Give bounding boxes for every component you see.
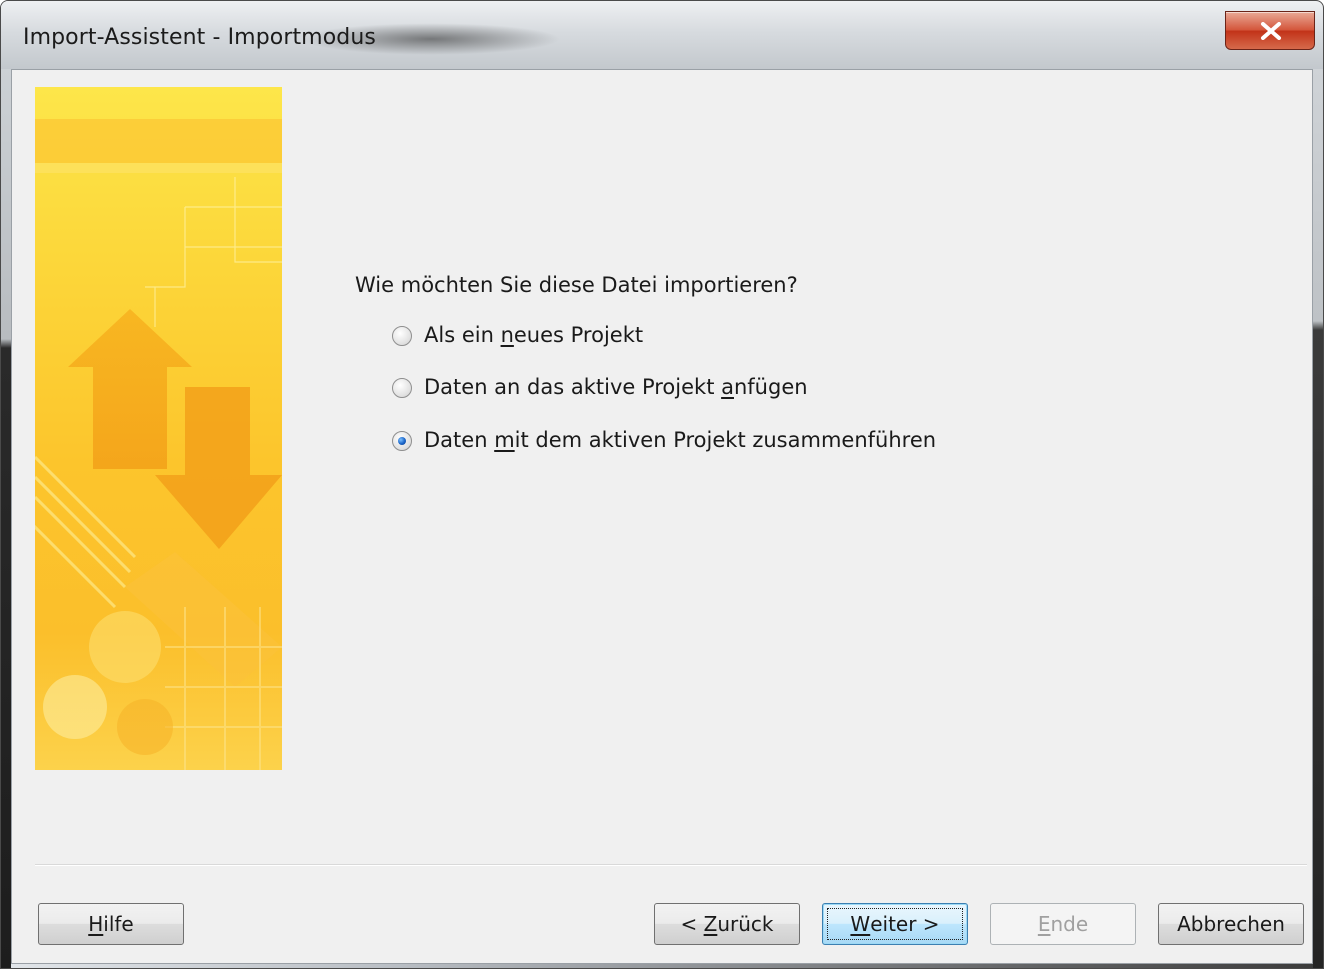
window-title: Import-Assistent - Importmodus (23, 25, 376, 50)
dialog-content: Wie möchten Sie diese Datei importieren?… (11, 69, 1313, 964)
radio-label[interactable]: Daten an das aktive Projekt anfügen (424, 375, 808, 399)
radio-button[interactable] (392, 378, 412, 398)
next-button[interactable]: Weiter > (822, 903, 968, 945)
footer-divider (35, 864, 1307, 866)
back-button[interactable]: < Zurück (654, 903, 800, 945)
radio-label[interactable]: Als ein neues Projekt (424, 323, 643, 347)
finish-button[interactable]: Ende (990, 903, 1136, 945)
import-question: Wie möchten Sie diese Datei importieren? (355, 273, 798, 297)
title-bar[interactable]: Import-Assistent - Importmodus (1, 1, 1323, 69)
radio-selected-dot-icon (398, 437, 406, 445)
radio-label[interactable]: Daten mit dem aktiven Projekt zusammenfü… (424, 428, 936, 452)
close-button[interactable] (1225, 11, 1315, 50)
help-button[interactable]: Hilfe (38, 903, 184, 945)
focus-rectangle (827, 908, 963, 940)
close-icon (1261, 22, 1281, 40)
banner-artwork-icon (35, 119, 282, 770)
cancel-button[interactable]: Abbrechen (1158, 903, 1304, 945)
dialog-window: Import-Assistent - Importmodus Wie möcht… (0, 0, 1324, 969)
window-border-right (1313, 69, 1323, 968)
window-border-left (1, 69, 11, 968)
radio-button-selected[interactable] (392, 431, 412, 451)
radio-button[interactable] (392, 326, 412, 346)
wizard-banner-image (35, 87, 282, 770)
